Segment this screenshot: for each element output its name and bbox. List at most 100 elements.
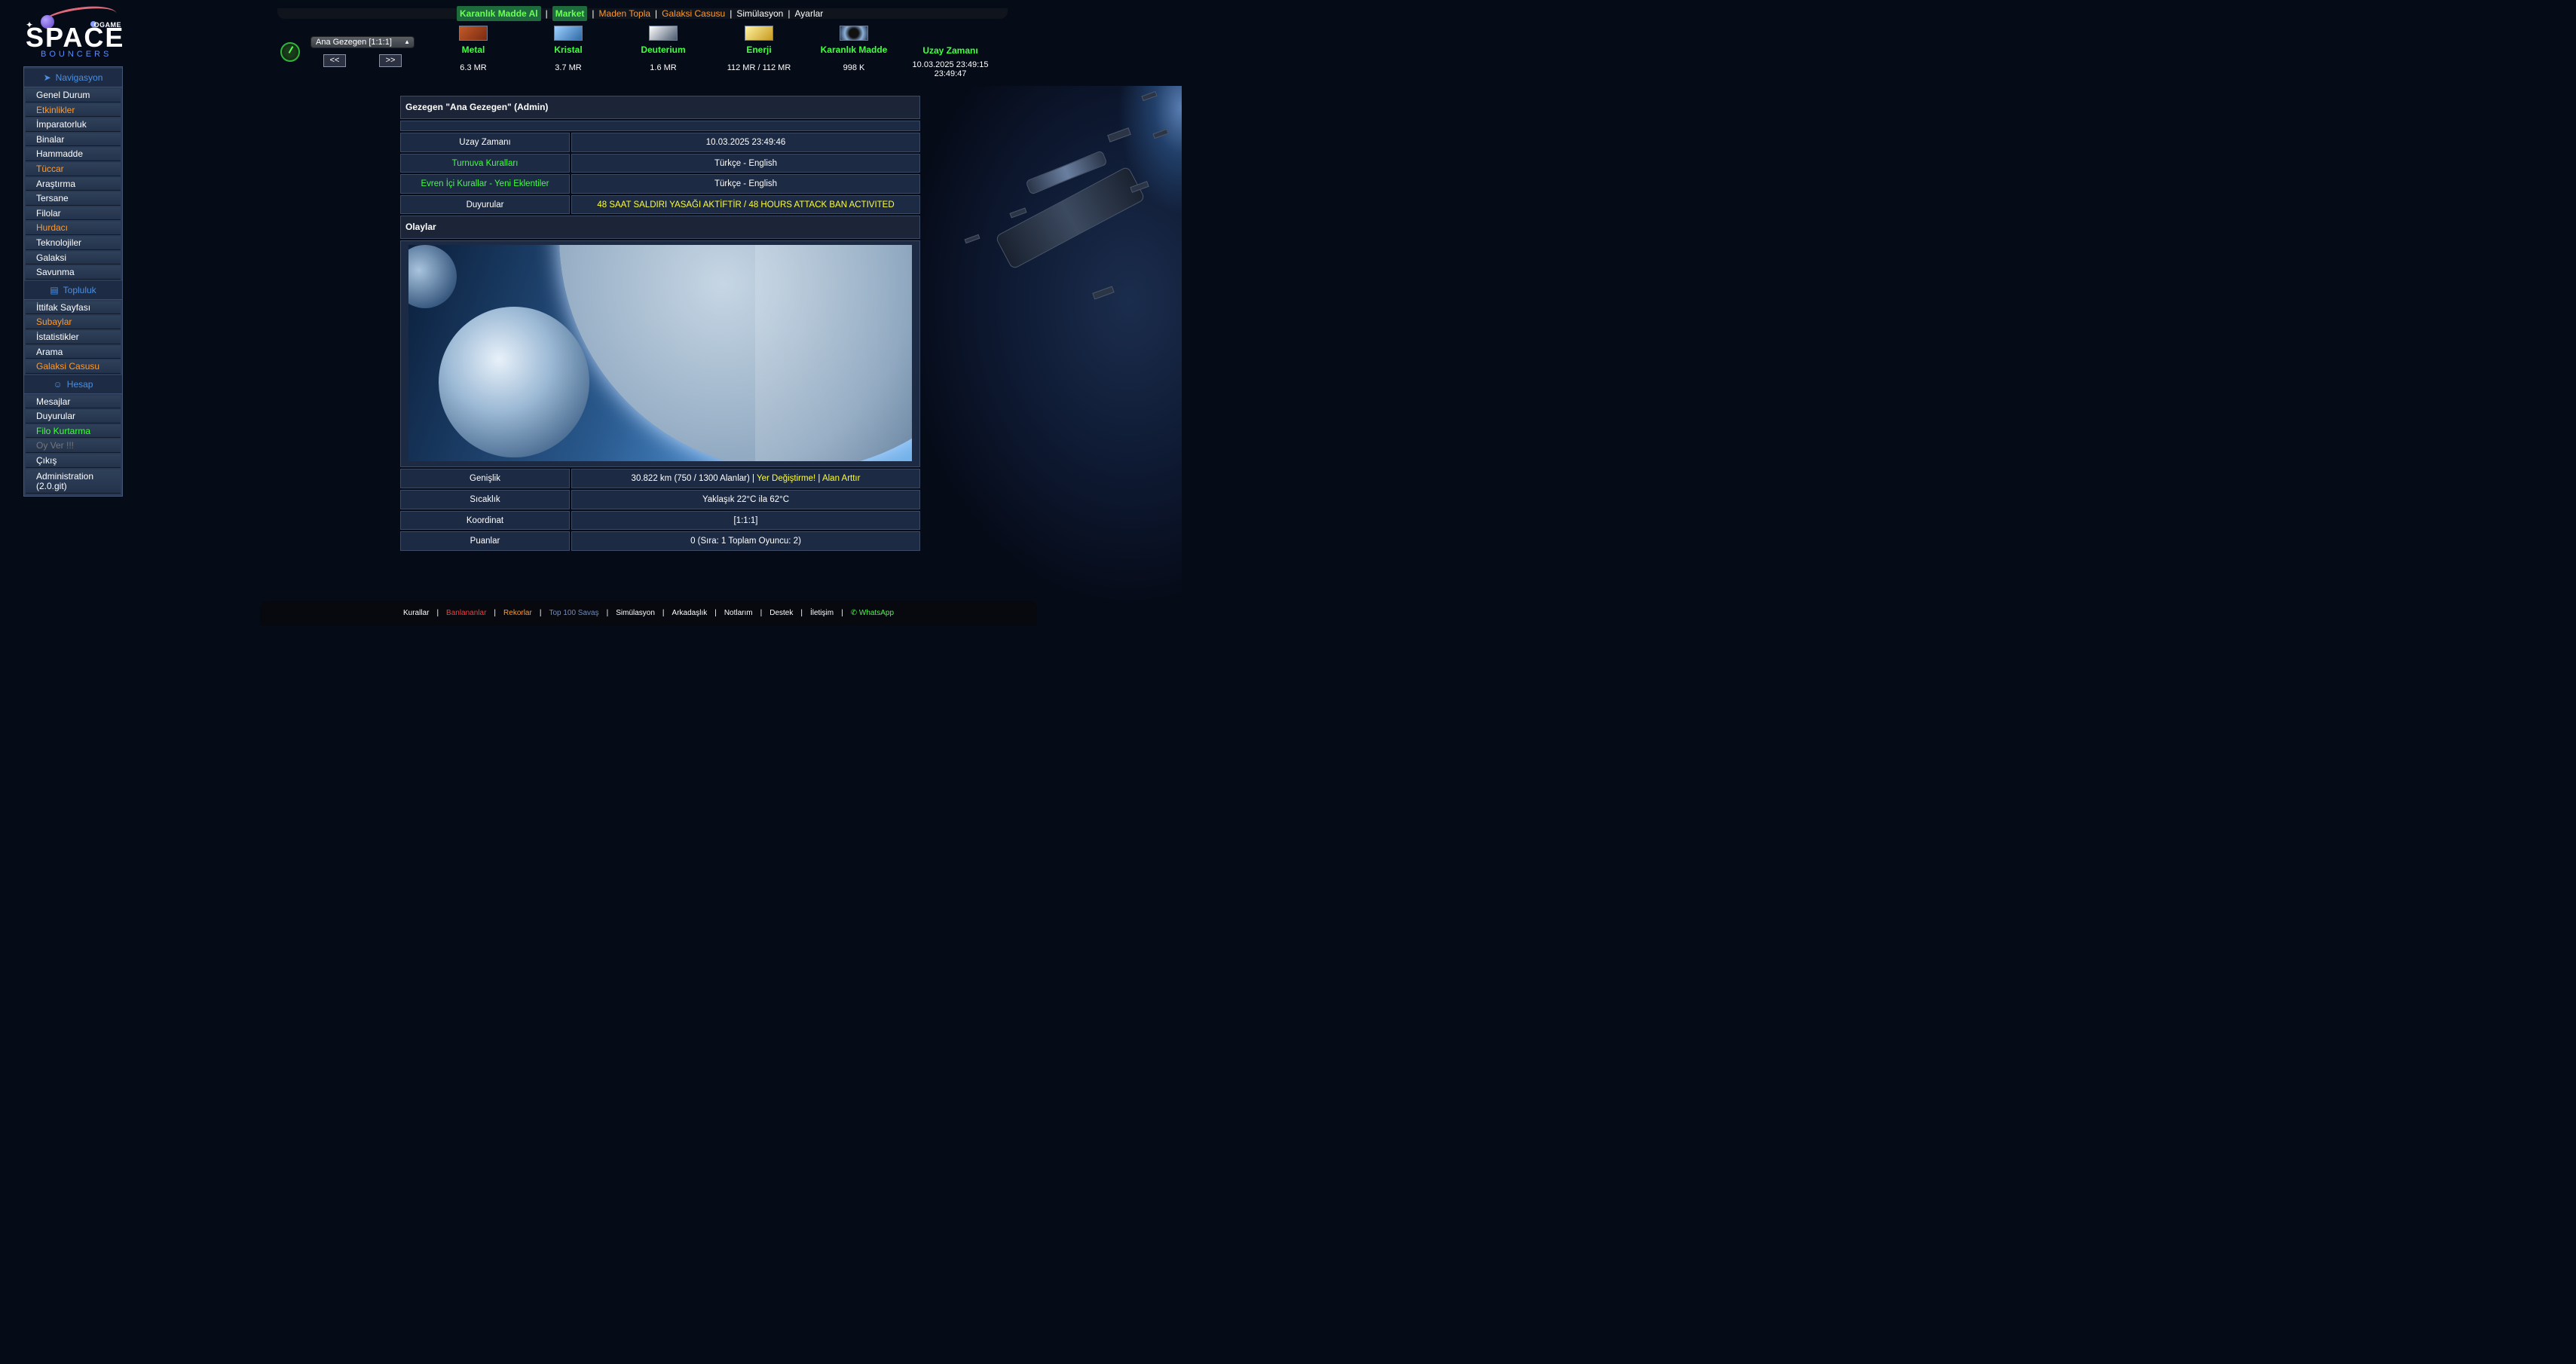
info-value: Yaklaşık 22°C ila 62°C [571,489,920,509]
newspaper-icon: ▤ [50,284,59,295]
small-planet [439,307,589,458]
sidebar-item-nav[interactable]: Filolar [26,206,121,221]
resource-name: Kristal [554,44,583,55]
separator: | [662,609,665,617]
separator: | [714,609,717,617]
sidebar-item-nav[interactable]: Etkinlikler [26,103,121,118]
battleship-image [994,165,1146,271]
planet-select-value: Ana Gezegen [1:1:1] [316,38,392,47]
whatsapp-label: WhatsApp [858,609,895,617]
size-value: 30.822 km (750 / 1300 Alanlar) | [631,474,754,484]
info-row: Sıcaklık Yaklaşık 22°C ila 62°C [400,489,920,509]
footer-link-top100[interactable]: Top 100 Savaş [549,609,598,617]
metal-icon [459,26,488,41]
separator: | [788,8,791,19]
universe-rules-link[interactable]: Evren İçi Kurallar - Yeni Eklentiler [400,174,570,194]
info-label: Puanlar [400,531,570,551]
sidebar-item-nav[interactable]: Hammadde [26,148,121,161]
footer-link-rules[interactable]: Kurallar [403,609,429,617]
energy-icon [745,26,773,41]
info-label: Duyurular [400,194,570,215]
resource-energy: Enerji 112 MR / 112 MR [711,26,806,72]
sidebar-item-community[interactable]: İttifak Sayfası [26,301,121,315]
fighter-image [1107,127,1131,142]
footer-link-notes[interactable]: Notlarım [724,609,753,617]
sidebar-item-nav[interactable]: Teknolojiler [26,236,121,250]
footer-link-banned[interactable]: Banlananlar [446,609,486,617]
footer-link-contact[interactable]: İletişim [810,609,834,617]
planet-icon[interactable] [280,42,300,62]
language-links[interactable]: Türkçe - English [571,153,920,173]
sidebar-item-nav[interactable]: Tersane [26,192,121,206]
separator: | [539,609,542,617]
sidebar-item-community[interactable]: İstatistikler [26,330,121,344]
language-links[interactable]: Türkçe - English [571,174,920,194]
resource-name: Enerji [746,44,772,55]
sidebar-item-community[interactable]: Galaksi Casusu [26,360,121,374]
separator: | [436,609,439,617]
sidebar-item-community[interactable]: Arama [26,345,121,359]
space-time: Uzay Zamanı 10.03.2025 23:49:15 23:49:47 [904,45,996,78]
sidebar-item-account[interactable]: Çıkış [26,454,121,468]
footer-link-records[interactable]: Rekorlar [503,609,532,617]
top-nav: Karanlık Madde Al | Market | Maden Topla… [457,6,823,21]
fighter-image [1141,90,1158,102]
resource-dark-matter: Karanlık Madde 998 K [806,26,901,72]
sidebar-item-nav[interactable]: Araştırma [26,177,121,191]
footer-link-support[interactable]: Destek [769,609,793,617]
prev-planet-button[interactable]: << [323,54,346,67]
galaxy-spy-link[interactable]: Galaksi Casusu [662,8,725,19]
sidebar-item-nav[interactable]: Galaksi [26,251,121,265]
resource-value: 112 MR / 112 MR [727,63,791,72]
separator: | [730,8,733,19]
glow [755,245,912,462]
fighter-image [1152,128,1169,139]
resource-value: 6.3 MR [460,63,487,72]
info-label: Sıcaklık [400,489,570,509]
sidebar-item-nav[interactable]: Genel Durum [26,89,121,102]
planet-select[interactable]: Ana Gezegen [1:1:1] ▲ [311,36,415,48]
sidebar-item-account[interactable]: Duyurular [26,410,121,424]
market-button[interactable]: Market [552,6,588,21]
footer-link-friends[interactable]: Arkadaşlık [672,609,708,617]
next-planet-button[interactable]: >> [379,54,402,67]
sidebar-item-account[interactable]: Filo Kurtarma [26,424,121,439]
info-value: 30.822 km (750 / 1300 Alanlar) | Yer Değ… [571,469,920,488]
resource-name: Karanlık Madde [820,44,888,55]
separator: | [494,609,497,617]
footer: Kurallar | Banlananlar | Rekorlar | Top … [260,601,1037,625]
settings-link[interactable]: Ayarlar [794,8,823,19]
crystal-icon [554,26,583,41]
sidebar-header-label: Navigasyon [55,72,103,83]
space-time-value: 10.03.2025 23:49:15 [912,60,989,69]
increase-fields-link[interactable]: Alan Arttır [822,474,861,483]
resource-name: Deuterium [641,44,686,55]
sidebar-item-nav[interactable]: Binalar [26,133,121,147]
simulation-link[interactable]: Simülasyon [736,8,783,19]
separator: | [655,8,658,19]
sidebar-item-account[interactable]: Oy Ver !!! [26,439,121,454]
dark-matter-icon [840,26,868,41]
sidebar-item-account[interactable]: Mesajlar [26,395,121,409]
separator: | [592,8,595,19]
select-arrows-icon: ▲ [404,38,410,45]
sidebar-item-community[interactable]: Subaylar [26,316,121,329]
sidebar-item-nav[interactable]: İmparatorluk [26,118,121,132]
separator: | [818,474,821,484]
coordinate-link[interactable]: [1:1:1] [571,510,920,531]
sidebar-item-nav[interactable]: Savunma [26,266,121,280]
resource-metal: Metal 6.3 MR [426,26,521,72]
paper-plane-icon: ➤ [43,72,51,83]
resource-deuterium: Deuterium 1.6 MR [616,26,711,72]
sidebar-item-nav[interactable]: Hurdacı [26,222,121,235]
tournament-rules-link[interactable]: Turnuva Kuralları [400,153,570,173]
sidebar-item-nav[interactable]: Tüccar [26,162,121,176]
sidebar-item-account[interactable]: Administration (2.0.git) [26,469,121,494]
sidebar-header-account: ☺ Hesap [24,375,122,394]
mine-collect-link[interactable]: Maden Topla [599,8,651,19]
buy-dark-matter-button[interactable]: Karanlık Madde Al [457,6,541,21]
logo[interactable]: ✦ OGAME SPACE BOUNCERS [23,2,124,60]
footer-link-whatsapp[interactable]: ✆ WhatsApp [851,609,894,617]
footer-link-simulation[interactable]: Simülasyon [616,609,655,617]
relocate-link[interactable]: Yer Değiştirme! [757,474,815,483]
